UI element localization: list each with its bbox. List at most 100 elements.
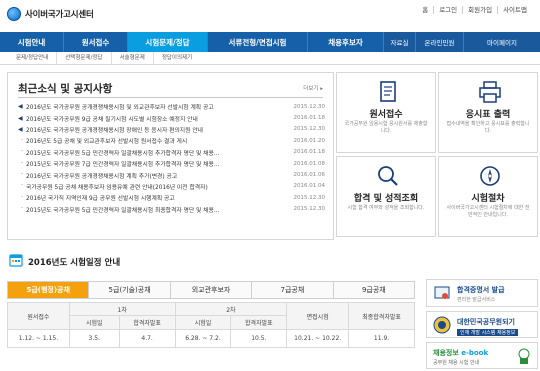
site-name: 사이버국가고시센터 [25, 10, 94, 20]
news-divider [18, 97, 323, 98]
banner-ebook[interactable]: 채용정보 e-book 공무원 채용 시험 안내 [426, 342, 538, 369]
news-title: 최근소식 및 공지사항 [18, 83, 113, 95]
subnav-objection[interactable]: 정답이의제기 [154, 52, 200, 64]
tab-diplomat[interactable]: 외교관후보자 [170, 282, 253, 298]
tile-title: 합격 및 성적조회 [353, 194, 419, 204]
calendar-icon [9, 254, 23, 267]
table-cell: 11.9. [348, 329, 415, 348]
subnav-essay[interactable]: 서술형문제 [112, 52, 154, 64]
compass-icon [480, 166, 500, 186]
bullet-icon: · [21, 149, 23, 156]
table-cell: 3.5. [68, 329, 120, 348]
bullet-icon: · [21, 137, 23, 144]
speaker-icon: ◀ [18, 125, 23, 133]
tab-grade5-admin[interactable]: 5급(행정)공채 [8, 282, 90, 298]
table-cell: 10.21. ~ 10.22. [286, 329, 350, 348]
schedule-tabs: 5급(행정)공채 5급(기술)공채 외교관후보자 7급공채 9급공채 [7, 281, 415, 299]
news-panel: 최근소식 및 공지사항 더보기 ▸ ◀ 2016년도 국가공무원 공개경쟁채용시험… [7, 72, 334, 240]
logo-icon [7, 7, 21, 21]
nav-document-interview[interactable]: 서류전형/면접시험 [208, 32, 308, 52]
news-item[interactable]: · 2016년도 5급 공채 및 외교관후보자 선발시험 원서접수 결과 게시 20… [18, 135, 325, 146]
subnav-question-info[interactable]: 문제/정답안내 [8, 52, 58, 64]
nav-archive[interactable]: 자료실 [384, 32, 416, 52]
header-cell: 원서접수 [7, 302, 70, 330]
printer-icon [479, 81, 501, 103]
character-icon [518, 348, 530, 364]
tile-title: 시험절차 [471, 194, 505, 204]
tile-desc: 접수내역을 확인하고 응시표를 출력합니다. [446, 121, 530, 134]
table-row: 1.12. ~ 1.15. 3.5. 4.7. 6.28. ~ 7.2. 10.… [7, 329, 415, 348]
news-item[interactable]: ◀ 2016년도 국가공무원 공개경쟁채용시험 장애인 등 응시자 편의지원 안내… [18, 124, 325, 135]
magnifier-icon [378, 166, 398, 186]
subnav-multiple-choice[interactable]: 선택형문제/정답 [57, 52, 112, 64]
schedule-title: 2016년도 시험일정 안내 [28, 258, 121, 268]
utility-menu: 홈 로그인 회원가입 사이트맵 [417, 6, 532, 14]
banner-subtitle: 인재 개발 시스템 채용정보 [457, 329, 519, 336]
table-cell: 6.28. ~ 7.2. [174, 329, 232, 348]
header-cell: 합격자발표 [230, 315, 288, 330]
news-item[interactable]: · 2015년도 국가공무원 7급 민간경력자 일괄채용시험 추가합격자 명단 및… [18, 158, 325, 169]
news-item[interactable]: ◀ 2016년도 국가공무원 9급 공채 필기시험 시도별 시험장소 예정지 안내… [18, 112, 325, 123]
header-cell: 1차 [68, 302, 176, 316]
nav-mypage[interactable]: 마이페이지 [464, 32, 540, 52]
news-item[interactable]: · 2016년 국가직 지역인재 9급 공무원 선발시험 시행계획 공고 2015.… [18, 192, 325, 203]
nav-exam-info[interactable]: 시험안내 [0, 32, 64, 52]
bullet-icon: · [21, 172, 23, 179]
tile-title: 원서접수 [369, 110, 403, 120]
news-item[interactable]: · 국가공무원 5급 공채 채용후보자 임용유예 관련 안내(2016년 이전 합… [18, 181, 325, 192]
util-sitemap-link[interactable]: 사이트맵 [497, 6, 532, 14]
table-cell: 1.12. ~ 1.15. [7, 329, 70, 348]
header-cell: 시험일 [174, 315, 232, 330]
schedule-table: 원서접수 1차 2차 면접시험 최종합격자발표 시험일 합격자발표 시험일 합격… [7, 302, 415, 348]
util-home-link[interactable]: 홈 [417, 6, 433, 14]
header: 사이버국가고시센터 홈 로그인 회원가입 사이트맵 [0, 0, 540, 32]
tile-application[interactable]: 원서접수 국가공무원 임용시험 응시원서를 제출합니다. [336, 72, 436, 153]
banner-subtitle: 공무원 채용 시험 안내 [433, 360, 480, 366]
banner-title: 합격증명서 발급 [457, 286, 505, 294]
bullet-icon: · [21, 160, 23, 167]
util-signup-link[interactable]: 회원가입 [462, 6, 497, 14]
nav-candidates[interactable]: 채용후보자 [308, 32, 384, 52]
header-cell: 면접시험 [286, 302, 350, 330]
header-cell: 합격자발표 [118, 315, 176, 330]
bullet-icon: · [21, 206, 23, 213]
bullet-icon: · [21, 194, 23, 201]
banner-title: 채용정보 e-book [433, 349, 489, 357]
speaker-icon: ◀ [18, 103, 23, 111]
nav-exam-questions[interactable]: 시험문제/정답 [128, 32, 208, 52]
document-icon [380, 81, 396, 102]
news-item[interactable]: ◀ 2016년도 국가공무원 공개경쟁채용시험 및 외교관후보자 선발시험 계획 … [18, 101, 325, 112]
tile-desc: 국가공무원 임용시험 응시원서를 제출합니다. [344, 121, 428, 134]
news-list: ◀ 2016년도 국가공무원 공개경쟁채용시험 및 외교관후보자 선발시험 계획 … [18, 101, 325, 215]
tab-grade5-tech[interactable]: 5급(기술)공채 [89, 282, 171, 298]
banner-title: 대한민국공무원되기 [457, 318, 515, 326]
banner-subtitle: 편리한 발급서비스 [457, 297, 496, 303]
site-logo[interactable]: 사이버국가고시센터 [7, 7, 94, 21]
news-item[interactable]: · 2015년도 국가공무원 5급 민간경력자 일괄채용시험 추가합격자 명단 및… [18, 147, 325, 158]
tile-results[interactable]: 합격 및 성적조회 시험 합격 여부와 성적을 조회합니다. [336, 156, 436, 237]
tile-desc: 시험 합격 여부와 성적을 조회합니다. [347, 205, 425, 211]
util-login-link[interactable]: 로그인 [433, 6, 462, 14]
certificate-icon [434, 286, 450, 299]
tile-procedure[interactable]: 시험절차 사이버국가고시센터 시험절차에 대한 전반적인 안내입니다. [438, 156, 538, 237]
table-cell: 4.7. [118, 329, 176, 348]
banner-certificate[interactable]: 합격증명서 발급 편리한 발급서비스 [426, 279, 538, 307]
emblem-icon [433, 316, 451, 334]
header-cell: 2차 [174, 302, 288, 316]
banner-become-official[interactable]: 대한민국공무원되기 인재 개발 시스템 채용정보 [426, 311, 538, 338]
tab-grade9[interactable]: 9급공채 [333, 282, 415, 298]
news-item[interactable]: · 2016년도 국가공무원 공개경쟁채용시험 계획 추가(변경) 공고 2016.… [18, 169, 325, 180]
news-more-link[interactable]: 더보기 ▸ [303, 84, 323, 92]
header-cell: 시험일 [68, 315, 120, 330]
header-cell: 최종합격자발표 [348, 302, 415, 330]
nav-application[interactable]: 원서접수 [64, 32, 128, 52]
table-cell: 10.5. [230, 329, 288, 348]
bullet-icon: · [21, 183, 23, 190]
tile-print-ticket[interactable]: 응시표 출력 접수내역을 확인하고 응시표를 출력합니다. [438, 72, 538, 153]
tab-grade7[interactable]: 7급공채 [252, 282, 334, 298]
tile-desc: 사이버국가고시센터 시험절차에 대한 전반적인 안내입니다. [446, 205, 530, 218]
nav-online-service[interactable]: 온라인민원 [416, 32, 464, 52]
sub-navigation: 문제/정답안내 선택형문제/정답 서술형문제 정답이의제기 [0, 52, 540, 65]
main-navigation: 시험안내 원서접수 시험문제/정답 서류전형/면접시험 채용후보자 자료실 온라… [0, 32, 540, 52]
news-item[interactable]: · 2015년도 국가공무원 5급 민간경력자 일괄채용시험 최종합격자 명단 및… [18, 204, 325, 215]
